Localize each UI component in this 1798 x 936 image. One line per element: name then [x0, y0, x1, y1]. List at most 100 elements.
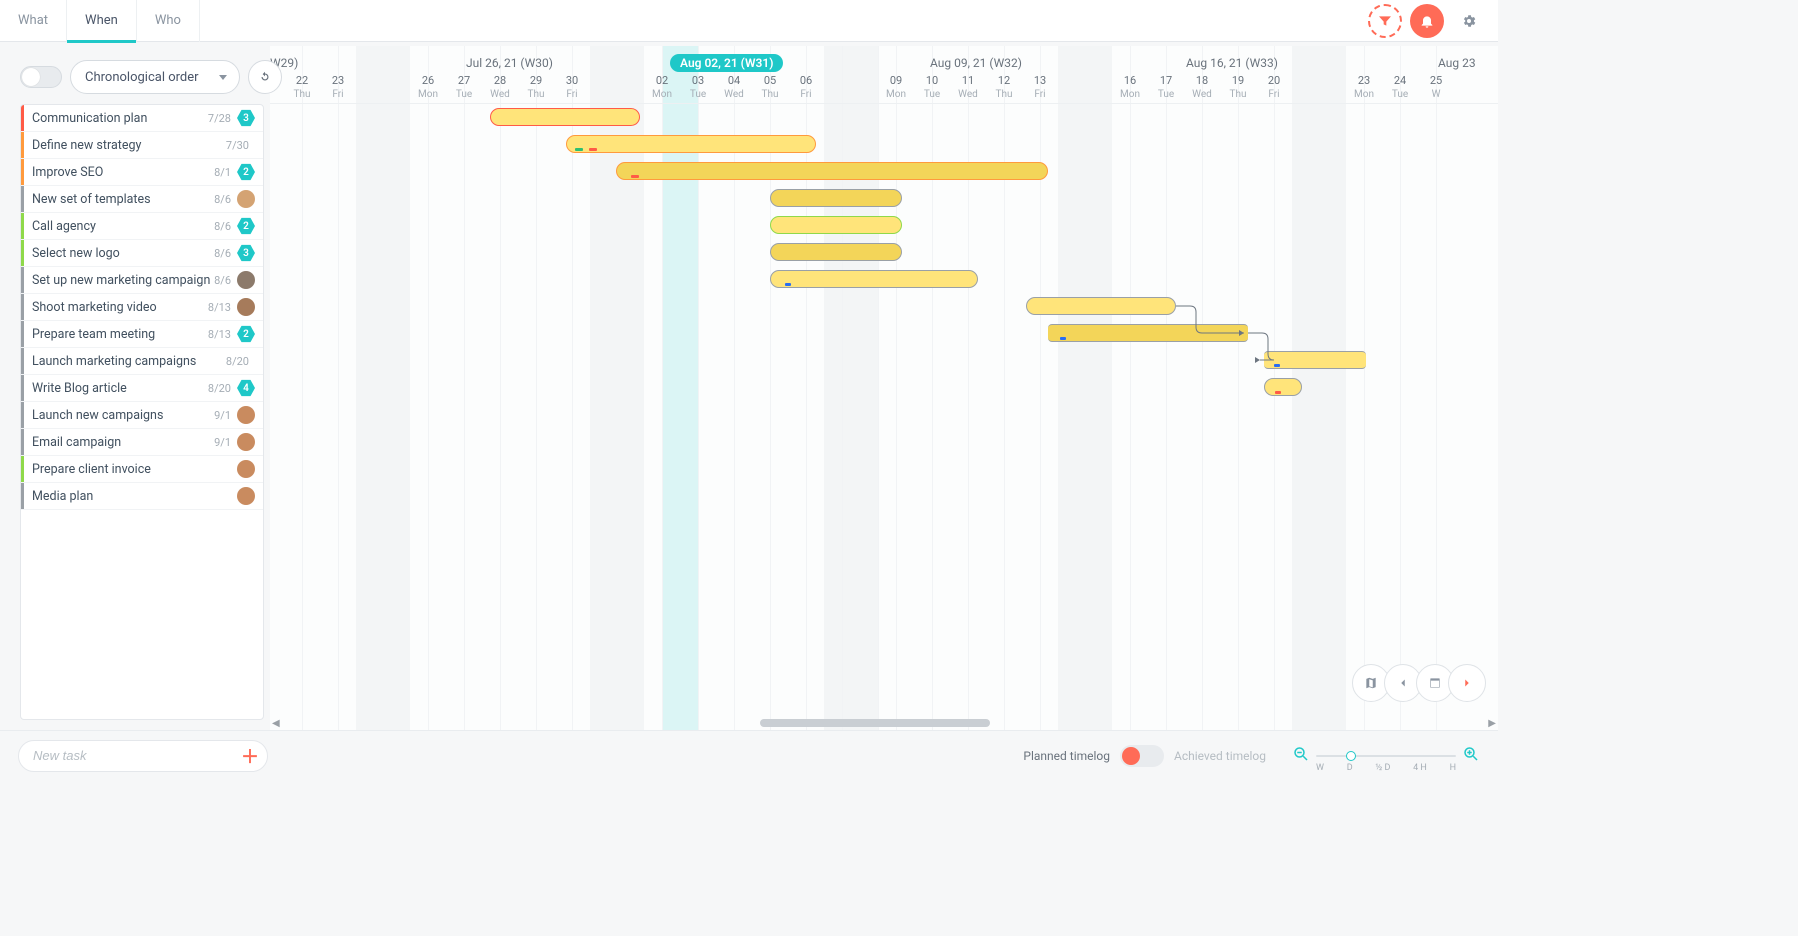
day-column: 18Wed [1184, 74, 1220, 101]
tab-when-label: When [85, 13, 118, 28]
gantt-row [270, 482, 1498, 509]
task-badge: 2 [237, 163, 255, 181]
day-column: 29Thu [518, 74, 554, 101]
day-column: 23Fri [320, 74, 356, 101]
avatar [237, 433, 255, 451]
hscroll-thumb[interactable] [760, 719, 990, 727]
day-column: 22Thu [284, 74, 320, 101]
task-date: 7/30 [226, 139, 249, 152]
gantt-bar[interactable] [1048, 324, 1248, 342]
gantt-bar[interactable] [616, 162, 1048, 180]
gantt-bar[interactable] [770, 270, 978, 288]
task-name: Call agency [24, 219, 214, 234]
task-row[interactable]: Call agency8/62 [21, 213, 263, 240]
avatar [237, 460, 255, 478]
task-row[interactable]: Prepare team meeting8/132 [21, 321, 263, 348]
sidebar-toolbar: Chronological order [20, 60, 282, 94]
task-badge: 3 [237, 109, 255, 127]
zoom-in-button[interactable] [1462, 745, 1480, 767]
timeline[interactable]: W29)Jul 26, 21 (W30)Aug 02, 21 (W31)Aug … [270, 46, 1498, 730]
zoom-slider[interactable]: WD½ D4 HH [1316, 755, 1456, 757]
sidebar-toggle[interactable] [20, 66, 62, 88]
settings-button[interactable] [1452, 4, 1486, 38]
task-row[interactable]: Improve SEO8/1 2 [21, 159, 263, 186]
gantt-bar[interactable] [770, 243, 902, 261]
gantt-row [270, 104, 1498, 131]
day-column: 16Mon [1112, 74, 1148, 101]
gantt-row [270, 158, 1498, 185]
avatar [237, 190, 255, 208]
timeline-hscroll[interactable]: ◀ ▶ [270, 716, 1498, 730]
task-row[interactable]: Email campaign9/1 [21, 429, 263, 456]
sort-select[interactable]: Chronological order [70, 60, 240, 94]
task-list: Communication plan7/283Define new strate… [20, 104, 264, 720]
task-row[interactable]: Select new logo8/63 [21, 240, 263, 267]
gantt-bar[interactable] [770, 216, 902, 234]
day-column: 27Tue [446, 74, 482, 101]
day-column: 28Wed [482, 74, 518, 101]
gantt-bar[interactable] [1264, 351, 1366, 369]
task-row[interactable]: Define new strategy7/30 [21, 132, 263, 159]
refresh-button[interactable] [248, 60, 282, 94]
tab-what[interactable]: What [0, 0, 67, 42]
task-row[interactable]: Launch new campaigns9/1 [21, 402, 263, 429]
achieved-timelog-label: Achieved timelog [1174, 749, 1266, 763]
avatar [237, 406, 255, 424]
task-badge: 4 [237, 379, 255, 397]
filter-icon [1377, 13, 1393, 29]
task-badge: 2 [237, 325, 255, 343]
top-tabs: What When Who [0, 0, 1498, 42]
day-column: 20Fri [1256, 74, 1292, 101]
week-label: Aug 23 [1438, 56, 1476, 70]
task-row[interactable]: Launch marketing campaigns8/20 [21, 348, 263, 375]
tab-when[interactable]: When [67, 0, 137, 42]
task-date: 8/20 [226, 355, 249, 368]
zoom-out-icon [1292, 745, 1310, 763]
task-name: Prepare client invoice [24, 462, 231, 477]
day-column: 19Thu [1220, 74, 1256, 101]
gantt-row [270, 239, 1498, 266]
zoom-slider-thumb[interactable] [1346, 751, 1356, 761]
day-column: 25W [1418, 74, 1454, 101]
task-row[interactable]: Communication plan7/283 [21, 105, 263, 132]
day-column: 23Mon [1346, 74, 1382, 101]
tab-who-label: Who [155, 13, 181, 28]
gantt-row [270, 374, 1498, 401]
new-task-input[interactable] [33, 748, 241, 763]
plus-icon[interactable]: ＋ [241, 743, 259, 769]
bell-icon [1419, 13, 1435, 29]
tab-who[interactable]: Who [137, 0, 200, 42]
task-date: 8/13 [208, 328, 231, 341]
gantt-row [270, 293, 1498, 320]
nav-next-button[interactable] [1448, 664, 1486, 702]
day-column: 09Mon [878, 74, 914, 101]
gantt-bar[interactable] [1264, 378, 1302, 396]
filter-button[interactable] [1368, 4, 1402, 38]
zoom-tick-label: H [1450, 763, 1456, 773]
task-row[interactable]: Prepare client invoice [21, 456, 263, 483]
timelog-switch[interactable] [1120, 745, 1164, 767]
task-row[interactable]: New set of templates8/6 [21, 186, 263, 213]
gantt-bar[interactable] [566, 135, 816, 153]
new-task-field[interactable]: ＋ [18, 740, 268, 772]
task-row[interactable]: Media plan [21, 483, 263, 510]
task-name: Improve SEO [24, 165, 214, 180]
task-row[interactable]: Shoot marketing video8/13 [21, 294, 263, 321]
zoom-tick-label: D [1347, 763, 1353, 773]
day-column: 04Wed [716, 74, 752, 101]
task-date: 8/1 [214, 166, 231, 179]
gantt-bar[interactable] [1026, 297, 1176, 315]
task-name: Launch marketing campaigns [24, 354, 226, 369]
notifications-button[interactable] [1410, 4, 1444, 38]
task-name: Set up new marketing campaign [24, 273, 214, 288]
task-row[interactable]: Set up new marketing campaign8/6 [21, 267, 263, 294]
gantt-row [270, 185, 1498, 212]
task-row[interactable]: Write Blog article8/204 [21, 375, 263, 402]
gantt-bar[interactable] [490, 108, 640, 126]
calendar-icon [1428, 676, 1442, 690]
day-column: 05Thu [752, 74, 788, 101]
gantt-bar[interactable] [770, 189, 902, 207]
sidebar: Communication plan7/283Define new strate… [0, 46, 270, 730]
task-badge: 2 [237, 217, 255, 235]
zoom-out-button[interactable] [1292, 745, 1310, 767]
